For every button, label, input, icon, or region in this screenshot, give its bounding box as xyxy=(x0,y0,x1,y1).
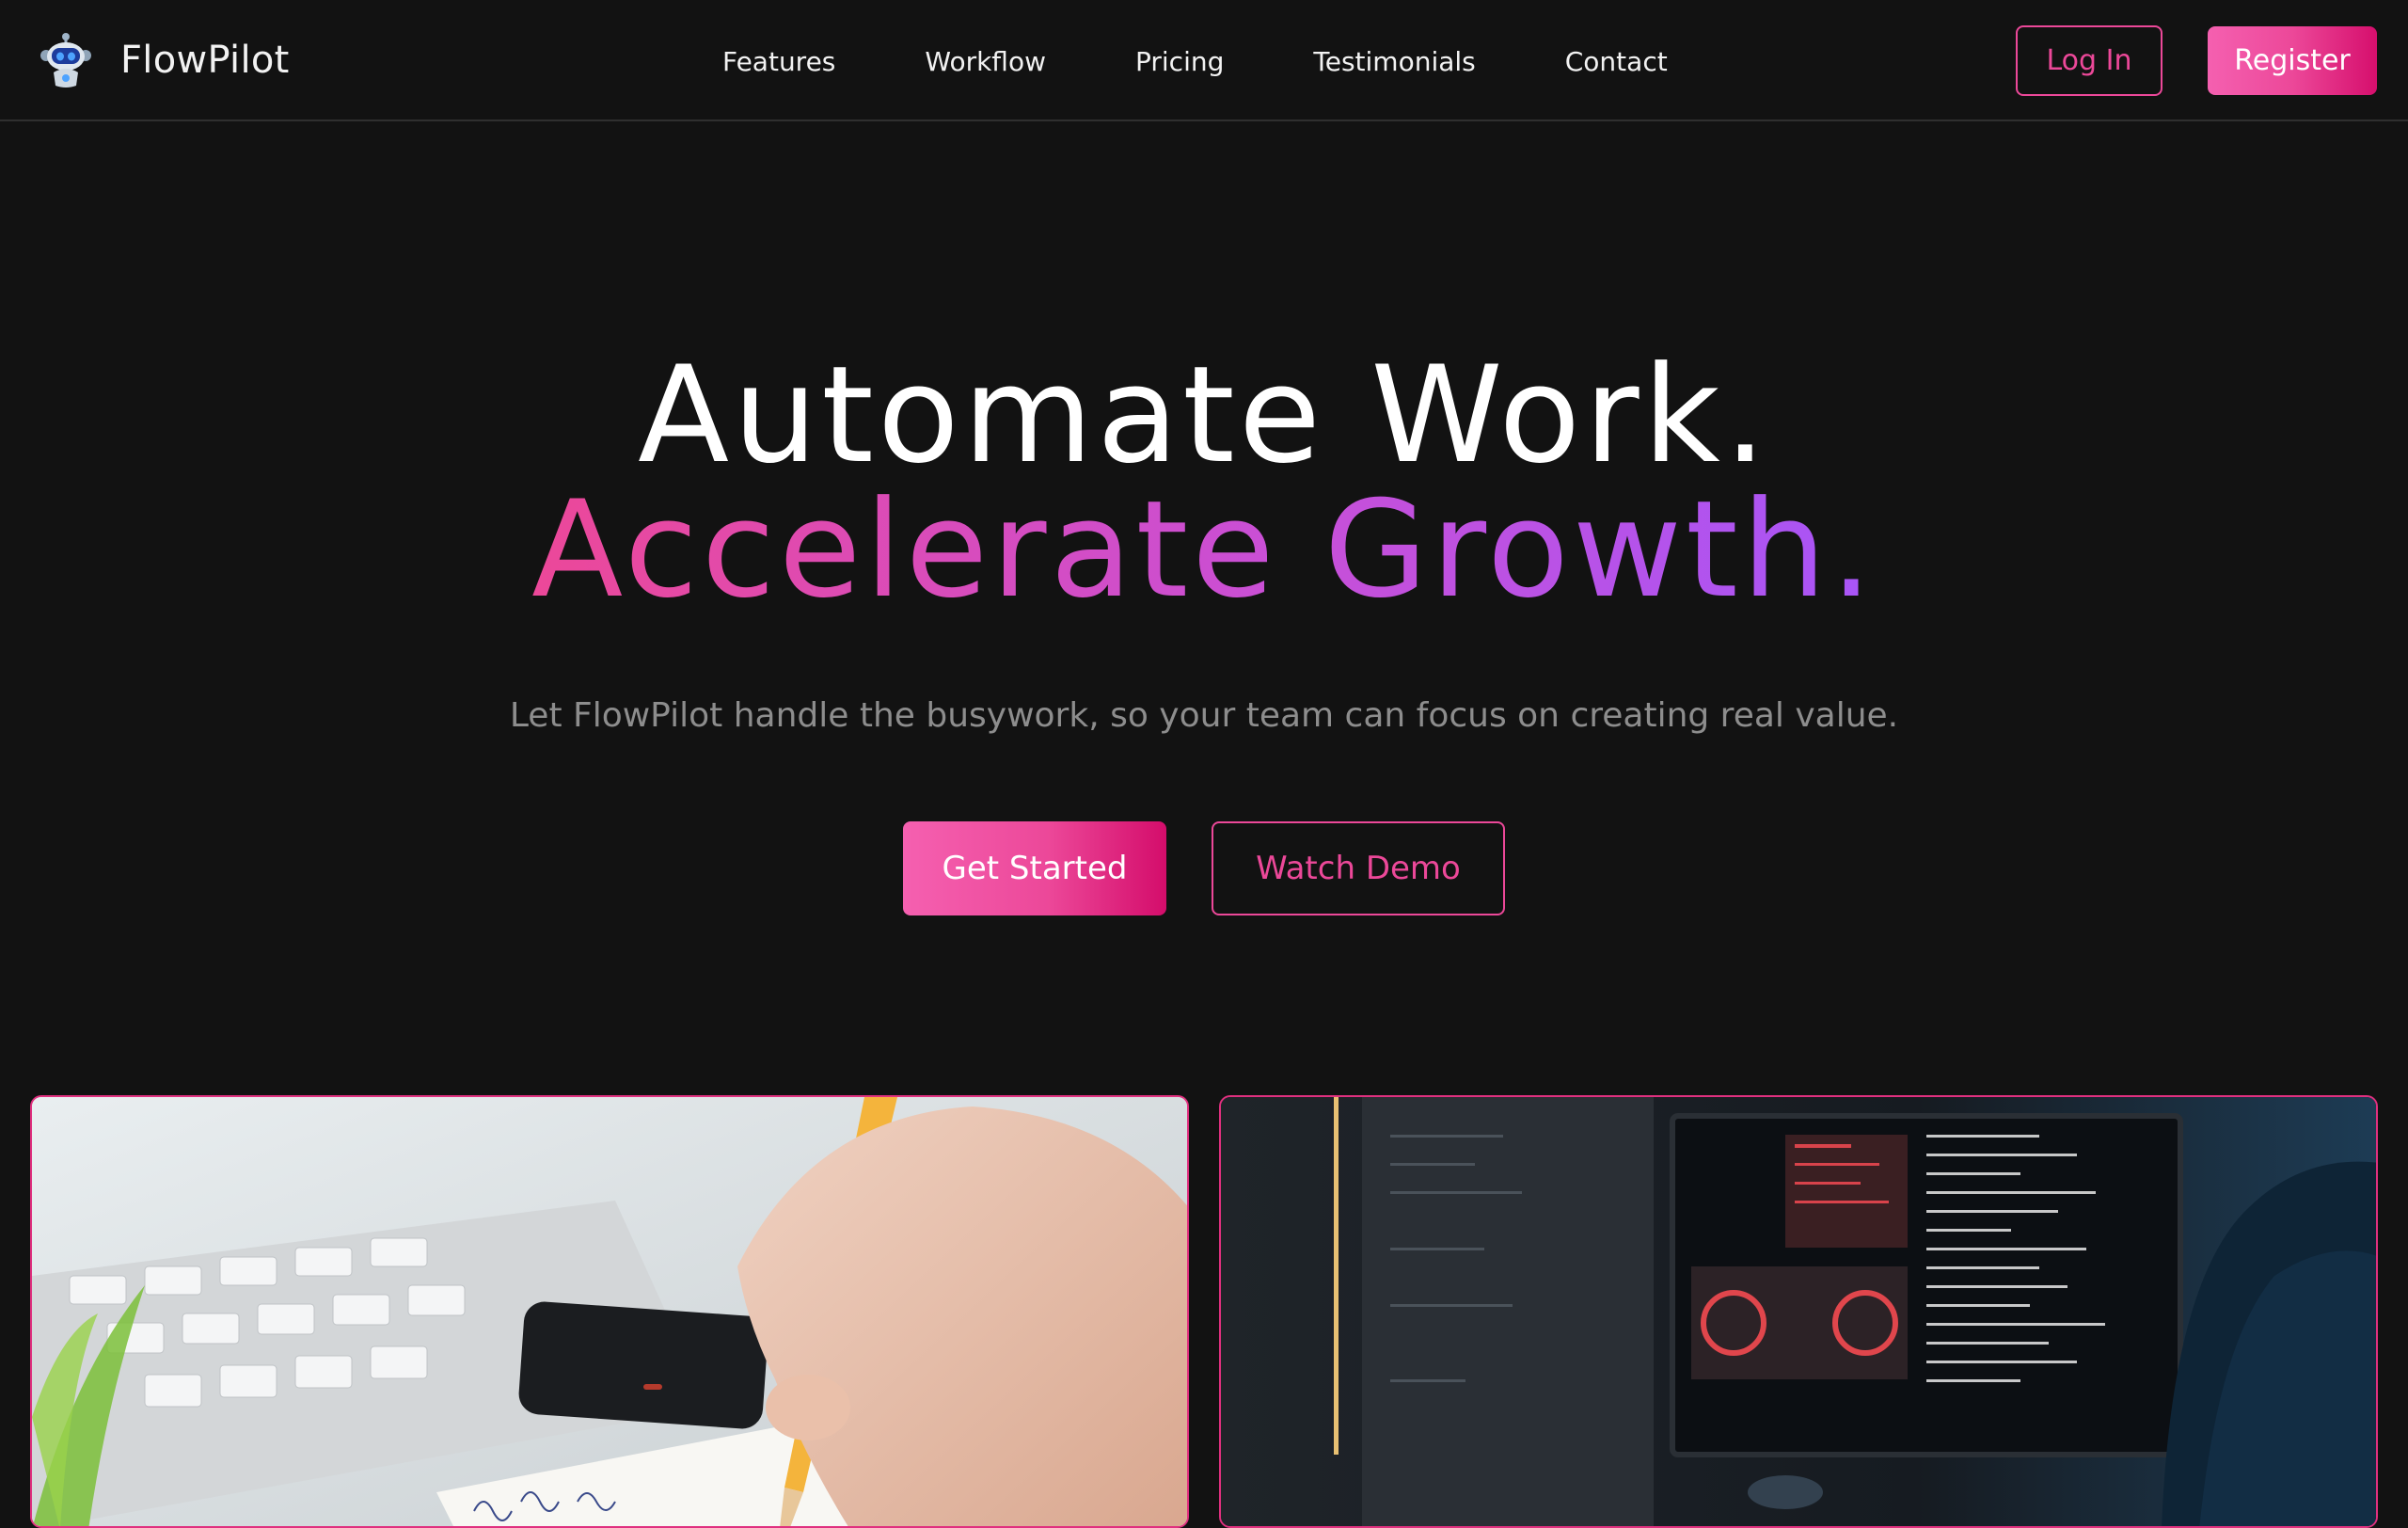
top-navbar: FlowPilot Features Workflow Pricing Test… xyxy=(0,0,2408,121)
nav-link-contact[interactable]: Contact xyxy=(1565,46,1668,77)
nav-link-testimonials[interactable]: Testimonials xyxy=(1313,46,1475,77)
login-button[interactable]: Log In xyxy=(2016,25,2162,96)
nav-link-workflow[interactable]: Workflow xyxy=(925,46,1046,77)
hero-subtitle: Let FlowPilot handle the busywork, so yo… xyxy=(509,696,1899,735)
brand-name: FlowPilot xyxy=(120,39,290,82)
hero-title-gradient-text: Accelerate Growth. xyxy=(531,472,1877,628)
get-started-button[interactable]: Get Started xyxy=(903,821,1166,915)
developer-monitor-code-image xyxy=(1219,1095,2378,1528)
hero-title-line-1: Automate Work. xyxy=(638,338,1770,493)
brand-home-link[interactable]: FlowPilot xyxy=(38,31,290,89)
nav-link-pricing[interactable]: Pricing xyxy=(1135,46,1224,77)
main-nav: Features Workflow Pricing Testimonials C… xyxy=(722,41,1668,81)
nav-link-features[interactable]: Features xyxy=(722,46,835,77)
register-button[interactable]: Register xyxy=(2208,26,2377,95)
hand-writing-notes-image xyxy=(30,1095,1189,1528)
watch-demo-button[interactable]: Watch Demo xyxy=(1212,821,1505,915)
robot-logo-icon xyxy=(40,33,91,88)
hero-title-line-2: Accelerate Growth. xyxy=(0,475,2408,626)
